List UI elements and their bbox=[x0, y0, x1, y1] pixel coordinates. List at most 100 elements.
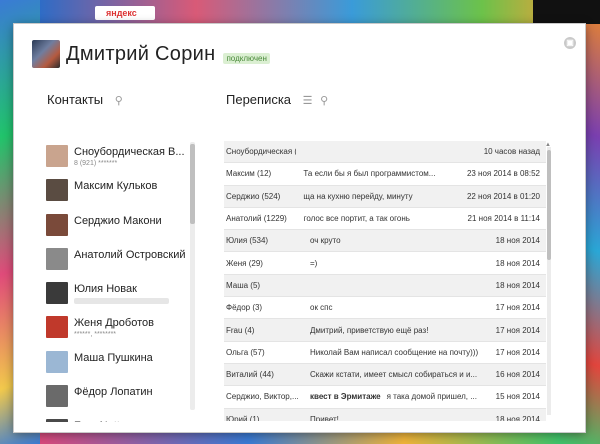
message-sender: Серджио, Виктор,... bbox=[226, 392, 298, 402]
desktop-text: яндекс bbox=[106, 8, 137, 18]
message-date: 15 ноя 2014 bbox=[495, 392, 540, 402]
message-row[interactable]: Фёдор (3) ок спс 17 ноя 2014 bbox=[224, 297, 546, 320]
list-icon[interactable]: ☰ bbox=[303, 95, 313, 107]
app-icon[interactable]: ▣ bbox=[564, 37, 576, 49]
message-sender: Максим (12) bbox=[226, 169, 272, 179]
message-date: 18 ноя 2014 bbox=[495, 236, 540, 246]
contact-text: Frau Natt bbox=[74, 416, 194, 422]
message-date: 21 ноя 2014 в 11:14 bbox=[467, 214, 540, 224]
message-text: =) bbox=[310, 258, 318, 268]
message-sender: Frau (4) bbox=[226, 325, 255, 335]
message-text: Та если бы я был программистом... bbox=[303, 169, 436, 179]
contact-item[interactable]: Фёдор Лопатин bbox=[46, 382, 198, 414]
message-date: 17 ноя 2014 bbox=[495, 325, 540, 335]
avatar bbox=[46, 145, 68, 167]
message-date: 18 ноя 2014 bbox=[495, 414, 540, 421]
avatar bbox=[46, 316, 68, 339]
message-row[interactable]: Юлия (534) оч круто 18 ноя 2014 bbox=[224, 230, 546, 253]
message-row[interactable]: Серджио, Виктор,... квест в Эрмитаже я так… bbox=[224, 386, 546, 409]
message-preview: Дмитрий, приветствую ещё раз! bbox=[298, 326, 490, 335]
contact-text: Максим Кульков bbox=[74, 176, 194, 192]
message-row[interactable]: Виталий (44) Скажи кстати, имеет смысл со… bbox=[224, 363, 546, 387]
scroll-up-icon[interactable]: ▲ bbox=[545, 142, 551, 148]
message-sender: Анатолий (1229) bbox=[226, 214, 287, 224]
contact-name: Юлия Новак bbox=[74, 283, 137, 296]
contacts-list: Сноубордическая В... 8 (921) ******* Макси… bbox=[46, 142, 198, 422]
message-text: ща на кухню перейду, минуту bbox=[303, 191, 413, 201]
contacts-title: Контакты bbox=[47, 92, 104, 107]
contact-name: Фёдор Лопатин bbox=[74, 386, 153, 399]
message-date: 18 ноя 2014 bbox=[495, 258, 540, 268]
message-row[interactable]: Серджио (524) ща на кухню перейду, минуту… bbox=[224, 185, 546, 208]
contact-text: Юлия Новак bbox=[74, 279, 194, 305]
contact-text: Фёдор Лопатин bbox=[74, 382, 194, 398]
message-sender: Маша (5) bbox=[226, 280, 261, 290]
message-date: 17 ноя 2014 bbox=[495, 303, 540, 313]
avatar bbox=[46, 385, 68, 408]
message-text: оч круто bbox=[310, 236, 341, 246]
contact-item[interactable]: Frau Natt bbox=[46, 416, 198, 422]
contact-item[interactable]: Максим Кульков bbox=[46, 176, 198, 208]
search-icon[interactable]: ⚲ bbox=[320, 95, 328, 107]
contact-item[interactable]: Женя Дроботов ******, ******** bbox=[46, 313, 198, 345]
messages-title: Переписка bbox=[226, 92, 292, 107]
contact-phone: 8 (921) ******* bbox=[74, 160, 118, 167]
message-text: Дмитрий, приветствую ещё раз! bbox=[310, 325, 429, 335]
contact-name: Женя Дроботов bbox=[74, 317, 154, 330]
contact-hidden-text bbox=[74, 298, 169, 305]
contact-item[interactable]: Серджио Макони bbox=[46, 211, 198, 243]
message-date: 23 ноя 2014 в 08:52 bbox=[466, 169, 540, 179]
avatar bbox=[46, 247, 68, 270]
message-date: 17 ноя 2014 bbox=[495, 347, 540, 357]
message-sender: Ольга (57) bbox=[226, 347, 265, 357]
contacts-scrollbar[interactable] bbox=[190, 144, 195, 224]
contact-text: Сноубордическая В... 8 (921) ******* bbox=[74, 142, 194, 167]
contact-phone: ******, ******** bbox=[74, 331, 117, 339]
message-row[interactable]: Юрий (1) Привет! 18 ноя 2014 bbox=[224, 408, 546, 421]
contact-text: Серджио Макони bbox=[74, 211, 194, 227]
message-sender: Сноубордическая (2 bbox=[226, 147, 297, 157]
contact-name: Сноубордическая В... bbox=[74, 146, 185, 158]
message-text: голос все портит, а так огонь bbox=[303, 214, 410, 224]
contact-text: Маша Пушкина bbox=[74, 348, 194, 364]
contact-item[interactable]: Маша Пушкина bbox=[46, 348, 198, 380]
message-date: 10 часов назад bbox=[483, 147, 540, 157]
contact-name: Анатолий Островский bbox=[74, 248, 186, 261]
message-sender: Фёдор (3) bbox=[226, 303, 263, 313]
avatar[interactable] bbox=[32, 40, 60, 68]
message-preview: Привет! bbox=[298, 415, 490, 421]
message-preview: квест в Эрмитаже я така домой пришел, ... bbox=[298, 392, 490, 401]
message-text: Скажи кстати, имеет смысл собираться и и… bbox=[310, 370, 478, 380]
messages-scrollbar[interactable] bbox=[547, 150, 551, 260]
message-date: 18 ноя 2014 bbox=[495, 280, 540, 290]
message-text: я така домой пришел, ... bbox=[386, 392, 477, 402]
message-row[interactable]: Анатолий (1229) голос все портит, а так о… bbox=[224, 208, 546, 231]
message-preview: Та если бы я был программистом... bbox=[291, 169, 467, 178]
contact-name: Маша Пушкина bbox=[74, 351, 153, 364]
contact-item[interactable]: Анатолий Островский bbox=[46, 245, 198, 277]
message-row[interactable]: Максим (12) Та если бы я был программисто… bbox=[224, 163, 546, 186]
message-row[interactable]: Сноубордическая (2 10 часов назад bbox=[224, 141, 546, 164]
message-row[interactable]: Frau (4) Дмитрий, приветствую ещё раз! 17 … bbox=[224, 319, 546, 342]
message-preview: =) bbox=[298, 259, 490, 268]
contact-text: Анатолий Островский bbox=[74, 245, 194, 261]
avatar bbox=[46, 350, 68, 373]
message-text: Привет! bbox=[310, 414, 339, 421]
message-row[interactable]: Женя (29) =) 18 ноя 2014 bbox=[224, 252, 546, 275]
search-icon[interactable]: ⚲ bbox=[115, 95, 123, 107]
message-preview: Скажи кстати, имеет смысл собираться и и… bbox=[298, 370, 490, 379]
messages-heading: Переписка ☰ ⚲ bbox=[226, 92, 328, 107]
contact-name: Серджио Макони bbox=[74, 214, 162, 227]
contact-item[interactable]: Юлия Новак bbox=[46, 279, 198, 311]
message-row[interactable]: Маша (5) 18 ноя 2014 bbox=[224, 274, 546, 298]
contact-text: Женя Дроботов ******, ******** bbox=[74, 313, 194, 338]
message-preview: ок спс bbox=[298, 303, 490, 312]
contact-item[interactable]: Сноубордическая В... 8 (921) ******* bbox=[46, 142, 198, 174]
message-preview: оч круто bbox=[298, 236, 490, 245]
message-date: 22 ноя 2014 в 01:20 bbox=[466, 191, 540, 201]
avatar bbox=[46, 179, 68, 202]
message-sender: Юлия (534) bbox=[226, 236, 269, 246]
avatar bbox=[46, 282, 68, 305]
message-text: Николай Вам написал сообщение на почту))… bbox=[310, 347, 479, 357]
message-row[interactable]: Ольга (57) Николай Вам написал сообщение … bbox=[224, 342, 546, 364]
